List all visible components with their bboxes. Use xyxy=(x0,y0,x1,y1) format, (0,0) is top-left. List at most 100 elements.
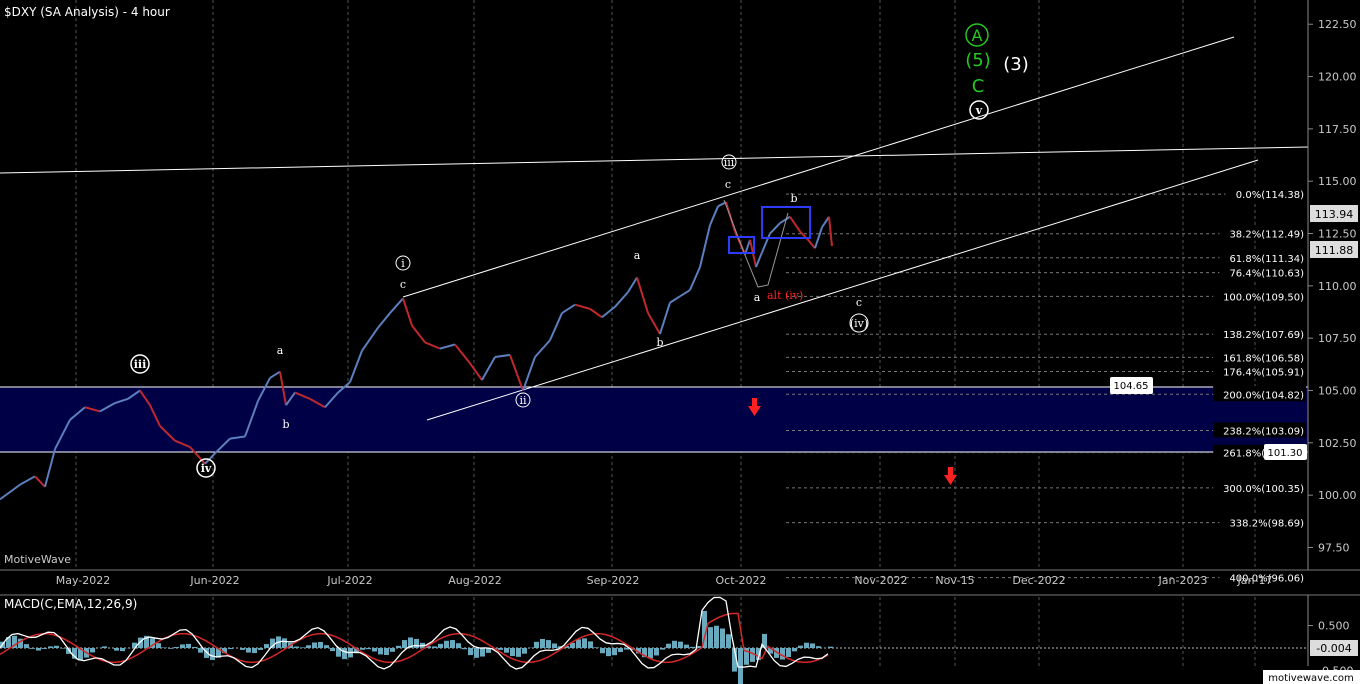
chart-canvas[interactable]: 0.0%(114.38) 38.2%(112.49) 61.8%(111.34) 76… xyxy=(0,0,1360,684)
price-segment xyxy=(361,327,379,352)
wave-label: (3) xyxy=(1003,54,1029,75)
time-tick-label: Aug-2022 xyxy=(448,574,501,587)
macd-histogram-bar xyxy=(174,647,179,648)
price-segment xyxy=(814,226,823,249)
price-segment xyxy=(0,483,21,501)
macd-histogram-bar xyxy=(540,638,545,648)
macd-histogram-bar xyxy=(816,646,821,648)
macd-histogram-bar xyxy=(360,648,365,650)
macd-histogram-bar xyxy=(684,644,689,648)
price-tick-label: 97.50 xyxy=(1318,541,1350,554)
macd-histogram-bar xyxy=(252,648,257,654)
macd-histogram-bar xyxy=(36,648,41,651)
time-tick-label: Sep-2022 xyxy=(587,574,640,587)
macd-histogram-bar xyxy=(672,640,677,648)
macd-histogram-bar xyxy=(522,648,527,654)
fib-label: 100.0%(109.50) xyxy=(1223,292,1304,303)
price-segment xyxy=(636,277,649,314)
macd-histogram-bar xyxy=(342,648,347,660)
macd-histogram-bar xyxy=(618,648,623,652)
price-segment xyxy=(522,356,536,391)
price-tag-upper-zone: 104.65 xyxy=(1110,377,1153,394)
macd-histogram-bar xyxy=(714,625,719,648)
price-segment xyxy=(807,239,816,249)
price-segment xyxy=(469,362,483,381)
macd-histogram-bar xyxy=(258,648,263,650)
wave-label: A xyxy=(972,26,983,45)
macd-histogram-bar xyxy=(312,642,317,648)
price-tag-lower-zone: 101.30 xyxy=(1264,444,1307,460)
macd-histogram-bar xyxy=(54,645,59,648)
wave-label: b xyxy=(790,192,797,205)
macd-histogram-bar xyxy=(60,648,65,649)
price-segment xyxy=(755,251,763,268)
macd-histogram-bar xyxy=(300,647,305,648)
price-segment xyxy=(534,339,551,358)
wave-label: i xyxy=(401,257,405,270)
macd-histogram-bar xyxy=(384,648,389,656)
price-segment xyxy=(669,295,681,304)
macd-last-tag: -0.004 xyxy=(1310,640,1358,656)
price-tag-prior: 111.88 xyxy=(1310,241,1358,258)
macd-histogram-bar xyxy=(546,640,551,648)
price-segment xyxy=(481,356,496,381)
svg-text:113.94: 113.94 xyxy=(1315,208,1354,221)
macd-tick-label: 0.500 xyxy=(1318,620,1350,633)
price-segment xyxy=(561,303,576,314)
macd-histogram-bar xyxy=(198,648,203,653)
macd-histogram-bar xyxy=(330,648,335,652)
price-segment xyxy=(679,289,691,298)
fib-label: 138.2%(107.69) xyxy=(1223,330,1304,341)
price-tick-label: 112.50 xyxy=(1318,228,1357,241)
macd-histogram-bar xyxy=(792,648,797,652)
macd-histogram-bar xyxy=(474,648,479,658)
wave-label: (5) xyxy=(965,50,991,71)
macd-histogram-bar xyxy=(456,643,461,648)
fib-label: 38.2%(112.49) xyxy=(1229,230,1304,241)
macd-histogram-bar xyxy=(708,627,713,648)
price-segment xyxy=(589,308,603,319)
macd-histogram-bar xyxy=(240,648,245,650)
wave-label: a xyxy=(277,344,284,357)
support-zone xyxy=(0,387,1308,452)
macd-histogram-bar xyxy=(414,638,419,648)
fib-label: 300.0%(100.35) xyxy=(1223,484,1304,495)
macd-histogram-bar xyxy=(720,628,725,648)
price-segment xyxy=(689,266,701,291)
macd-histogram-bar xyxy=(324,645,329,648)
price-segment xyxy=(828,216,833,247)
price-segment xyxy=(659,302,671,335)
macd-histogram-bar xyxy=(210,648,215,660)
price-tick-label: 102.50 xyxy=(1318,437,1357,450)
macd-histogram-bar xyxy=(654,648,659,656)
fib-label: 76.4%(110.63) xyxy=(1229,269,1304,280)
time-tick-label: Nov-15 xyxy=(935,574,974,587)
macd-histogram-bar xyxy=(390,648,395,652)
price-segment xyxy=(424,341,441,350)
price-segment xyxy=(269,370,281,379)
macd-histogram-bar xyxy=(378,648,383,655)
price-tick-label: 117.50 xyxy=(1318,123,1357,136)
macd-histogram-bar xyxy=(600,648,605,654)
macd-histogram-bar xyxy=(534,641,539,648)
time-axis: May-2022 Jun-2022 Jul-2022 Aug-2022 Sep-2022… xyxy=(56,574,1273,587)
price-segment xyxy=(769,222,781,235)
time-tick-label: May-2022 xyxy=(56,574,111,587)
wave-label: iii xyxy=(724,156,735,169)
macd-histogram-bar xyxy=(552,643,557,648)
macd-histogram-bar xyxy=(690,646,695,648)
price-segment xyxy=(574,303,591,310)
price-segment xyxy=(494,353,511,359)
macd-histogram-bar xyxy=(810,643,815,648)
footer-brand: motivewave.com xyxy=(1268,673,1354,684)
price-segment xyxy=(439,343,456,350)
wave-label: C xyxy=(972,76,985,97)
price-tick-label: 122.50 xyxy=(1318,18,1357,31)
wave-label: b xyxy=(282,418,289,431)
price-segment xyxy=(402,298,413,326)
trend-lines xyxy=(0,36,1309,421)
macd-histogram-bar xyxy=(306,645,311,648)
fib-label: 161.8%(106.58) xyxy=(1223,353,1304,364)
wave-label: c xyxy=(725,178,731,191)
wave-label: b xyxy=(656,336,663,349)
